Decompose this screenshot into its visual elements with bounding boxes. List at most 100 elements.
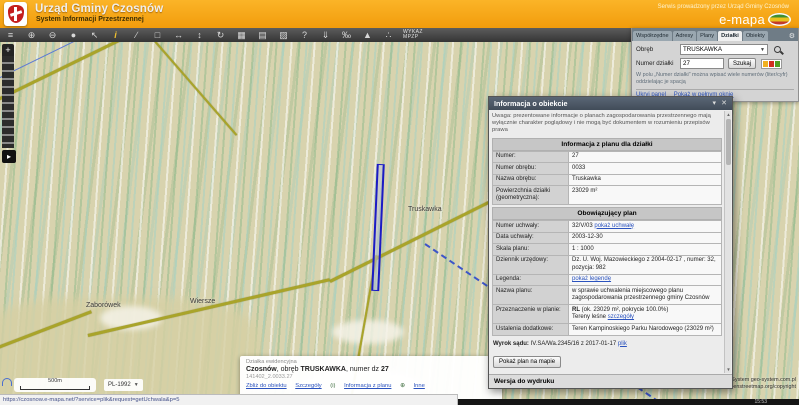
show-legend-link[interactable]: pokaż legendę (572, 276, 611, 282)
wykaz-line2: MPZP (403, 34, 419, 40)
crs-selector[interactable]: PL-1992▼ (104, 379, 143, 391)
row-label: Legenda: (493, 274, 569, 286)
scroll-thumb[interactable] (726, 119, 731, 165)
zoning-description: Tereny leśne (572, 314, 608, 320)
details-link[interactable]: Szczegóły (295, 383, 321, 389)
zoom-slider[interactable] (2, 56, 14, 148)
map-label-wiersze: Wiersze (190, 298, 215, 305)
service-note: Serwis prowadzony przez Urząd Gminy Czos… (658, 4, 789, 10)
plan-info-link[interactable]: Informacja z planu (344, 383, 391, 389)
gear-icon[interactable]: ⚙ (789, 32, 797, 41)
verdict-file-link[interactable]: plik (618, 341, 627, 347)
row-value: Dz. U. Woj. Mazowieckiego z 2004-02-17 ,… (569, 255, 722, 274)
plus-circle-icon[interactable]: ⊕ (400, 383, 405, 389)
table-row: Data uchwały: 2003-12-30 (493, 232, 722, 244)
percent-icon[interactable]: ‰ (336, 28, 357, 42)
pointer-icon[interactable]: ↖ (84, 28, 105, 42)
layers-icon[interactable]: ≡ (0, 28, 21, 42)
rotate-view-icon[interactable] (2, 378, 12, 386)
chevron-down-icon: ▼ (134, 382, 139, 388)
row-label: Dziennik urzędowy: (493, 255, 569, 274)
profile-icon[interactable]: ▲ (357, 28, 378, 42)
print-version-bar[interactable]: Wersja do wydruku (489, 374, 732, 388)
points-icon[interactable]: ∴ (378, 28, 399, 42)
szukaj-button[interactable]: Szukaj (728, 58, 756, 69)
sep: , numer dz (346, 366, 381, 373)
row-value: 1 : 1000 (569, 244, 722, 256)
zoom-in-button[interactable]: + (2, 44, 14, 56)
tab-wspolrzedne[interactable]: Współrzędne (633, 31, 672, 41)
section-plan-info: Informacja z planu dla działki (492, 138, 722, 151)
crs-label: PL-1992 (108, 382, 131, 388)
search-tabs: Współrzędne Adresy Plany Działki Obiekty… (632, 28, 798, 41)
popup-scrollbar[interactable]: ▲ ▼ (724, 111, 731, 373)
map-label-truskawka: Truskawka (408, 206, 442, 213)
table-row: Numer uchwały: 32/V/03 pokaż uchwałę (493, 221, 722, 233)
scale-label: 500m (14, 378, 96, 384)
feature-type-label: Działka ewidencyjna (246, 359, 496, 365)
other-link[interactable]: Inne (414, 383, 425, 389)
obreb-name: TRUSKAWKA (300, 366, 346, 373)
tab-plany[interactable]: Plany (697, 31, 717, 41)
rotate-icon[interactable]: ↻ (210, 28, 231, 42)
zoom-to-object-link[interactable]: Zbliż do obiektu (246, 383, 287, 389)
wykaz-mpzp-button[interactable]: WYKAZ MPZP (403, 30, 423, 41)
scroll-down-icon[interactable]: ▼ (725, 367, 732, 372)
search-icon[interactable] (774, 46, 781, 53)
row-value: Teren Kampinoskiego Parku Narodowego (23… (569, 324, 722, 336)
hatch-icon[interactable]: ▨ (273, 28, 294, 42)
zoom-out-icon[interactable]: ⊖ (42, 28, 63, 42)
tab-obiekty[interactable]: Obiekty (743, 31, 768, 41)
close-icon[interactable]: ✕ (721, 97, 727, 110)
municipality-logo (4, 2, 27, 26)
row-value: w sprawie uchwalenia miejscowego planu z… (569, 286, 722, 305)
table-row: Numer: 27 (493, 151, 722, 163)
scroll-up-icon[interactable]: ▲ (725, 112, 732, 117)
row-value: pokaż legendę (569, 274, 722, 286)
info-circle-icon[interactable]: (i) (330, 383, 335, 389)
help-icon[interactable]: ? (294, 28, 315, 42)
section-binding-plan: Obowiązujący plan (492, 207, 722, 220)
search-panel-body: Obręb TRUSKAWKA ▼ Numer działki Szukaj W… (632, 41, 798, 101)
table-row: Nazwa planu: w sprawie uchwalenia miejsc… (493, 286, 722, 305)
table-row: Przeznaczenie w planie: RL (ok. 23029 m²… (493, 305, 722, 324)
numer-dzialki-input[interactable] (680, 58, 724, 69)
plan-warning-text: Uwaga: prezentowane informacje o planach… (492, 113, 722, 135)
collapse-icon[interactable]: ▾ (712, 97, 716, 110)
print-icon[interactable]: ▤ (252, 28, 273, 42)
tab-adresy[interactable]: Adresy (673, 31, 696, 41)
info-icon[interactable]: i (105, 28, 126, 42)
zoning-details-link[interactable]: szczegóły (608, 314, 634, 320)
row-label: Nazwa planu: (493, 286, 569, 305)
select-area-icon[interactable]: ● (63, 28, 84, 42)
measure-vertical-icon[interactable]: ↕ (189, 28, 210, 42)
tab-dzialki[interactable]: Działki (718, 31, 742, 41)
row-value: 27 (569, 151, 722, 163)
row-label: Data uchwały: (493, 232, 569, 244)
emapa-brand[interactable]: e-mapa (719, 12, 765, 27)
show-plan-on-map-button[interactable]: Pokaż plan na mapie (493, 356, 561, 368)
grid-icon[interactable]: ▦ (231, 28, 252, 42)
zoom-in-icon[interactable]: ⊕ (21, 28, 42, 42)
plan-info-table: Numer uchwały: 32/V/03 pokaż uchwałę Dat… (492, 220, 722, 336)
row-label: Ustalenia dodatkowe: (493, 324, 569, 336)
obreb-select[interactable]: TRUSKAWKA ▼ (680, 44, 768, 55)
verdict-label: Wyrok sądu: (493, 341, 529, 347)
legend-yellow-swatch (763, 61, 768, 67)
pan-icon[interactable]: ↔ (168, 28, 189, 42)
popup-titlebar[interactable]: Informacja o obiekcie ▾ ✕ (489, 97, 732, 110)
draw-line-icon[interactable]: ∕ (126, 28, 147, 42)
table-row: Numer obrębu: 0033 (493, 163, 722, 175)
erase-icon[interactable]: □ (147, 28, 168, 42)
gis-application-window: Truskawka Zaborówek Wiersze Urząd Gminy … (0, 0, 799, 405)
expand-panel-button[interactable]: ▸ (2, 150, 16, 163)
table-row: Legenda: pokaż legendę (493, 274, 722, 286)
app-header: Urząd Gminy Czosnów System Informacji Pr… (0, 0, 799, 28)
table-row: Nazwa obrębu: Truskawka (493, 174, 722, 186)
selected-parcel-27[interactable] (371, 164, 385, 291)
show-resolution-link[interactable]: pokaż uchwałę (594, 223, 634, 229)
row-label: Numer uchwały: (493, 221, 569, 233)
scale-bracket (20, 386, 90, 390)
download-icon[interactable]: ⇓ (315, 28, 336, 42)
table-row: Powierzchnia działki (geometryczna): 230… (493, 186, 722, 205)
